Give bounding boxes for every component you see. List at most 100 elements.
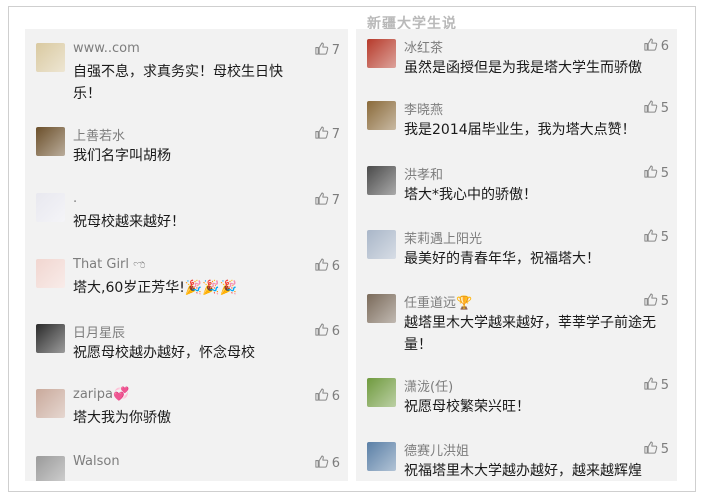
commenter-name[interactable]: 潇泷(任) [404, 376, 453, 395]
comment-item: www..com 自强不息，求真务实！母校生日快乐！ 7 [25, 41, 348, 102]
comment-item: 洪孝和塔大*我心中的骄傲！ 5 [356, 164, 677, 224]
like-button[interactable]: 5 [643, 292, 669, 311]
commenter-name[interactable]: 冰红茶 [404, 37, 443, 56]
comment-item: 李晓燕我是2014届毕业生，我为塔大点赞！ 5 [356, 99, 677, 159]
comment-text: 祝愿母校繁荣兴旺！ [404, 399, 530, 415]
like-count: 5 [660, 101, 669, 116]
thumbs-up-icon [314, 41, 329, 60]
thumbs-up-icon [643, 228, 658, 247]
thumbs-up-icon [643, 292, 658, 311]
comment-item: . 祝母校越来越好！ 7 [25, 191, 348, 251]
flower-avatar[interactable] [367, 101, 396, 130]
comment-list-right[interactable]: 冰红茶虽然是函授但是为我是塔大学生而骄傲 6 李晓燕我是2014届毕业生，我为塔大点… [356, 29, 677, 481]
commenter-name[interactable]: 日月星辰 [73, 322, 125, 341]
comment-item: zaripa💞 塔大我为你骄傲 6 [25, 387, 348, 447]
like-count: 6 [331, 324, 340, 339]
commenter-name[interactable]: 德赛儿洪姐 [404, 440, 469, 459]
like-count: 5 [660, 230, 669, 245]
commenter-name[interactable]: 洪孝和 [404, 164, 443, 183]
like-button[interactable]: 5 [643, 164, 669, 183]
comment-text: 我是2014届毕业生，我为塔大点赞！ [404, 122, 636, 138]
commenter-name[interactable]: Walson [73, 454, 120, 469]
like-button[interactable]: 7 [314, 125, 340, 144]
comment-text: 越塔里木大学越来越好，莘莘学子前途无量！ [404, 315, 656, 353]
thumbs-up-icon [314, 322, 329, 341]
thumbs-up-icon [314, 125, 329, 144]
person-avatar[interactable] [367, 39, 396, 68]
like-count: 7 [331, 193, 340, 208]
like-count: 6 [331, 259, 340, 274]
like-button[interactable]: 5 [643, 99, 669, 118]
dog-avatar[interactable] [36, 43, 65, 72]
comment-text: 自强不息，求真务实！母校生日快乐！ [73, 64, 283, 102]
commenter-name[interactable]: . [73, 191, 77, 206]
like-count: 7 [331, 43, 340, 58]
person-avatar[interactable] [367, 166, 396, 195]
comment-text: 祝福塔里木大学越办越好，越来越辉煌 [404, 463, 642, 479]
thumbs-up-icon [314, 387, 329, 406]
like-count: 7 [331, 127, 340, 142]
like-button[interactable]: 5 [643, 376, 669, 395]
comment-item: 德赛儿洪姐祝福塔里木大学越办越好，越来越辉煌 5 [356, 440, 677, 481]
thumbs-up-icon [643, 37, 658, 56]
like-count: 5 [660, 294, 669, 309]
commenter-name[interactable]: 茉莉遇上阳光 [404, 228, 482, 247]
commenter-name[interactable]: zaripa💞 [73, 387, 129, 402]
comment-item: 任重道远🏆 越塔里木大学越来越好，莘莘学子前途无量！ 5 [356, 292, 677, 353]
like-button[interactable]: 6 [314, 387, 340, 406]
like-count: 5 [660, 378, 669, 393]
rabbit-avatar[interactable] [36, 259, 65, 288]
comment-text: 虽然是函授但是为我是塔大学生而骄傲 [404, 60, 642, 76]
commenter-name[interactable]: 上善若水 [73, 125, 125, 144]
landscape-avatar[interactable] [367, 230, 396, 259]
comment-item: 茉莉遇上阳光最美好的青春年华，祝福塔大！ 5 [356, 228, 677, 288]
comment-text: 塔大我为你骄傲 [73, 410, 171, 426]
comment-text: 塔大*我心中的骄傲！ [404, 187, 537, 203]
thumbs-up-icon [643, 440, 658, 459]
like-button[interactable]: 7 [314, 41, 340, 60]
comment-item: That Girl ಌ 塔大,60岁正芳华!🎉🎉🎉 6 [25, 257, 348, 317]
thumbs-up-icon [643, 99, 658, 118]
like-count: 5 [660, 166, 669, 181]
like-count: 6 [331, 456, 340, 471]
commenter-name[interactable]: www..com [73, 41, 140, 56]
comment-text: 祝愿母校越办越好，怀念母校 [73, 345, 255, 361]
thumbs-up-icon [643, 164, 658, 183]
like-count: 5 [660, 442, 669, 457]
like-button[interactable]: 6 [643, 37, 669, 56]
like-button[interactable]: 6 [314, 257, 340, 276]
thumbs-up-icon [314, 454, 329, 473]
commenter-name[interactable]: 任重道远🏆 [404, 292, 472, 311]
robot-avatar[interactable] [36, 193, 65, 222]
like-button[interactable]: 6 [314, 322, 340, 341]
cat-avatar[interactable] [36, 127, 65, 156]
landscape-avatar[interactable] [367, 442, 396, 471]
girl-avatar[interactable] [36, 389, 65, 418]
comment-text: 塔大,60岁正芳华!🎉🎉🎉 [73, 280, 238, 296]
screenshot-frame: 新疆大学生说 www..com 自强不息，求真务实！母校生日快乐！ 7 上善若水 我们名… [8, 6, 696, 492]
commenter-name[interactable]: 李晓燕 [404, 99, 443, 118]
comment-text: 祝母校越来越好！ [73, 214, 185, 230]
comment-text: 我们名字叫胡杨 [73, 148, 171, 164]
like-button[interactable]: 5 [643, 440, 669, 459]
landscape-avatar[interactable] [367, 378, 396, 407]
comment-item: Walson 6 [25, 454, 348, 481]
emblem-avatar[interactable] [36, 324, 65, 353]
comment-text: 最美好的青春年华，祝福塔大！ [404, 251, 600, 267]
photo-avatar[interactable] [36, 456, 65, 481]
like-button[interactable]: 5 [643, 228, 669, 247]
like-count: 6 [331, 389, 340, 404]
comment-item: 上善若水我们名字叫胡杨 7 [25, 125, 348, 185]
thumbs-up-icon [643, 376, 658, 395]
commenter-name[interactable]: That Girl ಌ [73, 257, 146, 272]
like-button[interactable]: 7 [314, 191, 340, 210]
like-count: 6 [660, 39, 669, 54]
comment-item: 日月星辰祝愿母校越办越好，怀念母校 6 [25, 322, 348, 382]
comment-item: 潇泷(任) 祝愿母校繁荣兴旺！ 5 [356, 376, 677, 436]
like-button[interactable]: 6 [314, 454, 340, 473]
comment-list-left: www..com 自强不息，求真务实！母校生日快乐！ 7 上善若水 我们名字叫胡杨 7. 祝… [25, 29, 348, 481]
person-avatar[interactable] [367, 294, 396, 323]
comment-item: 冰红茶虽然是函授但是为我是塔大学生而骄傲 6 [356, 37, 677, 97]
thumbs-up-icon [314, 191, 329, 210]
thumbs-up-icon [314, 257, 329, 276]
